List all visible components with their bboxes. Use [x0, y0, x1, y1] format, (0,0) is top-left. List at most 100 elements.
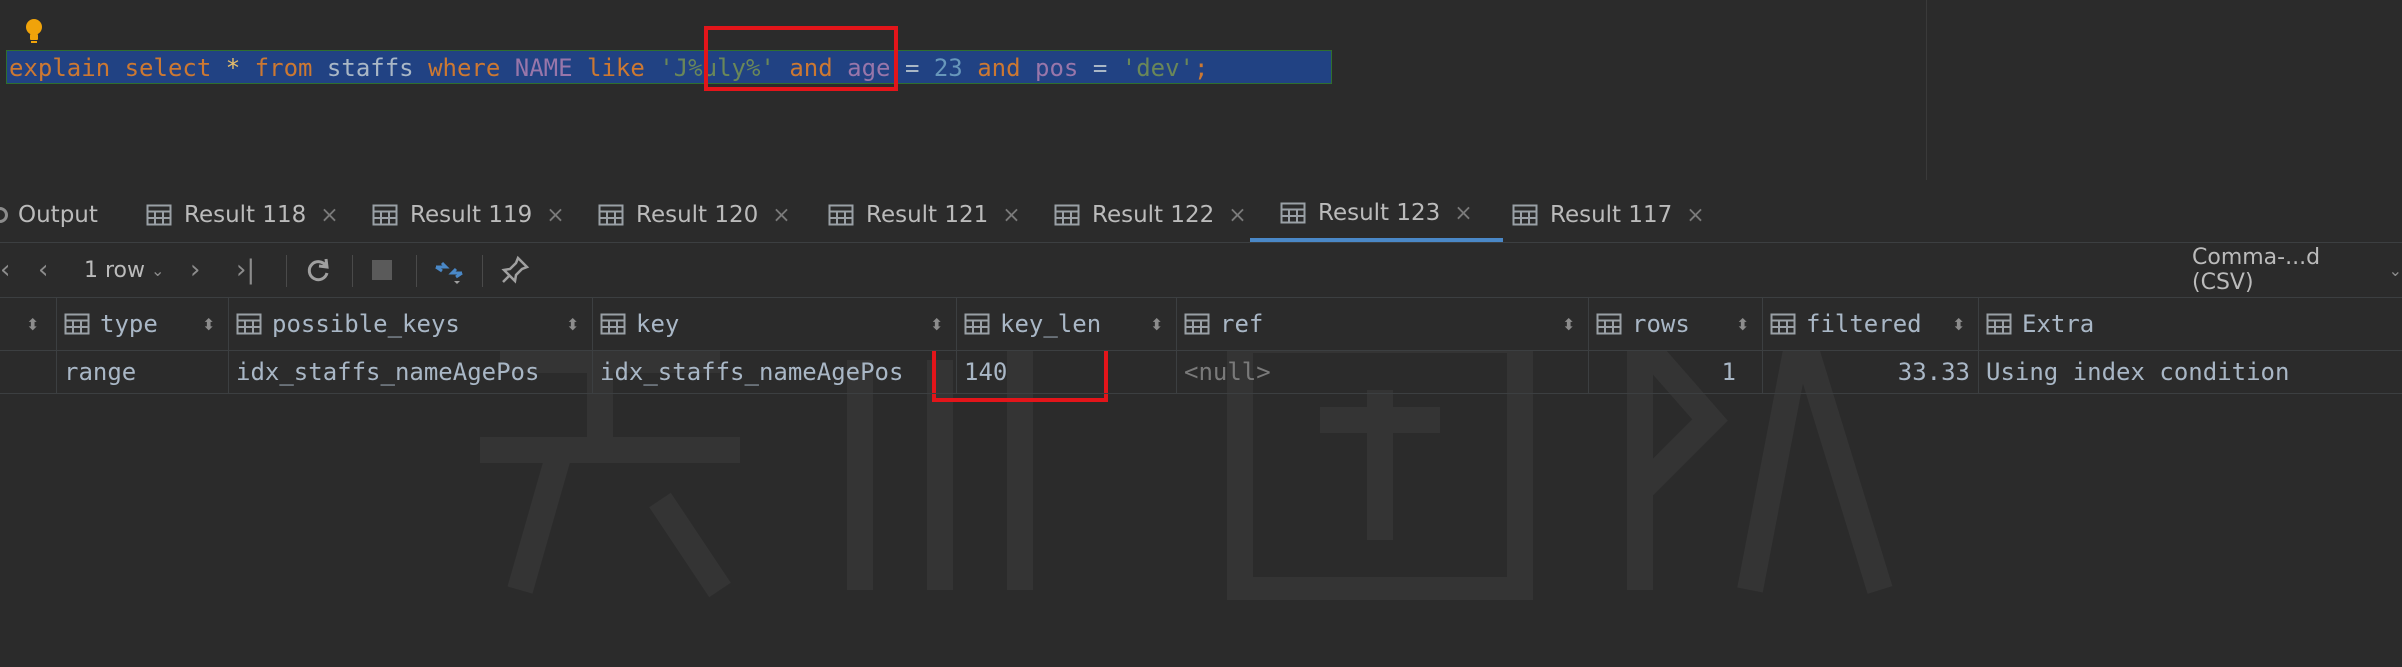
column-divider[interactable] [1762, 298, 1763, 350]
cell-rows[interactable]: 1 [1596, 351, 1736, 393]
column-icon [600, 313, 626, 335]
table-icon [1054, 204, 1080, 226]
tab-output[interactable]: Output [0, 188, 98, 242]
export-format-selector[interactable]: Comma-...d (CSV) ⌄ [2192, 243, 2402, 297]
sql-token: select [124, 54, 212, 82]
previous-page-icon[interactable]: ‹ [38, 243, 48, 297]
column-icon [964, 313, 990, 335]
refresh-icon[interactable] [304, 243, 332, 297]
sort-icon[interactable]: ⬍ [1952, 298, 1965, 350]
column-header-label: key [636, 310, 680, 338]
chevron-down-icon: ⌄ [2388, 260, 2402, 280]
result-toolbar: ‹ ‹ 1 row ⌄ › ›| Comma-...d (CSV) ⌄ [0, 243, 2402, 298]
column-header-key[interactable]: key [600, 298, 679, 350]
toolbar-separator [352, 255, 353, 287]
tab-result[interactable]: Result 122 × [1054, 188, 1247, 242]
close-icon[interactable]: × [1686, 203, 1704, 228]
tab-result[interactable]: Result 117 × [1512, 188, 1705, 242]
cell-filtered[interactable]: 33.33 [1770, 351, 1970, 393]
sql-statement-line[interactable]: explain select * from staffs where NAME … [6, 50, 1332, 84]
column-header-extra[interactable]: Extra [1986, 298, 2094, 350]
tab-label: Result 121 [866, 202, 989, 228]
column-divider[interactable] [228, 298, 229, 350]
first-page-icon[interactable]: ‹ [0, 243, 10, 297]
sort-icon[interactable]: ⬍ [1736, 298, 1749, 350]
tab-label: Result 123 [1318, 200, 1441, 226]
last-page-icon[interactable]: ›| [236, 243, 255, 297]
toolbar-separator [286, 255, 287, 287]
column-divider [592, 351, 593, 393]
tab-label: Result 119 [410, 202, 533, 228]
column-divider[interactable] [1978, 298, 1979, 350]
compare-icon[interactable] [432, 243, 466, 297]
close-icon[interactable]: × [1454, 201, 1472, 226]
column-header-key-len[interactable]: key_len [964, 298, 1101, 350]
column-divider[interactable] [56, 298, 57, 350]
cell-possible-keys[interactable]: idx_staffs_nameAgePos [236, 351, 592, 393]
close-icon[interactable]: × [1228, 203, 1246, 228]
column-divider[interactable] [1588, 298, 1589, 350]
column-header-rows[interactable]: rows [1596, 298, 1690, 350]
close-icon[interactable]: × [546, 203, 564, 228]
column-divider[interactable] [592, 298, 593, 350]
sql-token: staffs [326, 54, 414, 82]
sort-icon[interactable]: ⬍ [202, 298, 215, 350]
sort-icon[interactable]: ⬍ [26, 298, 39, 350]
stop-icon[interactable] [372, 243, 392, 297]
column-icon [64, 313, 90, 335]
next-page-icon[interactable]: › [190, 243, 200, 297]
cell-key[interactable]: idx_staffs_nameAgePos [600, 351, 932, 393]
column-divider[interactable] [956, 298, 957, 350]
sort-icon[interactable]: ⬍ [930, 298, 943, 350]
close-icon[interactable]: × [320, 203, 338, 228]
sort-icon[interactable]: ⬍ [566, 298, 579, 350]
column-header-ref[interactable]: ref [1184, 298, 1263, 350]
column-divider[interactable] [1176, 298, 1177, 350]
tab-label: Result 118 [184, 202, 307, 228]
tab-result[interactable]: Result 118 × [146, 188, 339, 242]
column-header-filtered[interactable]: filtered [1770, 298, 1922, 350]
column-header-possible-keys[interactable]: possible_keys [236, 298, 460, 350]
tab-result[interactable]: Result 119 × [372, 188, 565, 242]
column-header-label: rows [1632, 310, 1690, 338]
sql-editor[interactable]: explain select * from staffs where NAME … [0, 0, 2402, 180]
tab-result[interactable]: Result 120 × [598, 188, 791, 242]
cell-type[interactable]: range [64, 351, 228, 393]
column-header-type[interactable]: type [64, 298, 158, 350]
toolbar-separator [482, 255, 483, 287]
highlight-like-pattern [704, 26, 898, 91]
sql-token: explain [9, 54, 111, 82]
sort-icon[interactable]: ⬍ [1562, 298, 1575, 350]
result-tabs-bar: Output Result 118 × Result 119 × Result 120 ×… [0, 188, 2402, 243]
cell-key-len[interactable]: 140 [964, 351, 1176, 393]
column-header-label: ref [1220, 310, 1264, 338]
table-row[interactable]: range idx_staffs_nameAgePos idx_staffs_nam… [0, 351, 2402, 394]
sort-icon[interactable]: ⬍ [1150, 298, 1163, 350]
sql-token: pos [1035, 54, 1079, 82]
column-icon [1770, 313, 1796, 335]
close-icon[interactable]: × [772, 203, 790, 228]
pin-icon[interactable] [500, 243, 530, 297]
cell-ref[interactable]: <null> [1184, 351, 1588, 393]
column-divider [56, 351, 57, 393]
column-header-label: Extra [2022, 310, 2095, 338]
sql-token: 23 [933, 54, 963, 82]
sql-token: * [225, 54, 241, 82]
table-icon [828, 204, 854, 226]
tab-result[interactable]: Result 123 × [1250, 188, 1503, 242]
row-count-selector[interactable]: 1 row ⌄ [84, 243, 164, 297]
lightbulb-icon[interactable] [20, 16, 50, 46]
close-icon[interactable]: × [1002, 203, 1020, 228]
column-divider [228, 351, 229, 393]
table-icon [372, 204, 398, 226]
cell-extra[interactable]: Using index condition [1986, 351, 2402, 393]
tab-label: Result 117 [1550, 202, 1673, 228]
sql-token: NAME [514, 54, 573, 82]
tab-result[interactable]: Result 121 × [828, 188, 1021, 242]
